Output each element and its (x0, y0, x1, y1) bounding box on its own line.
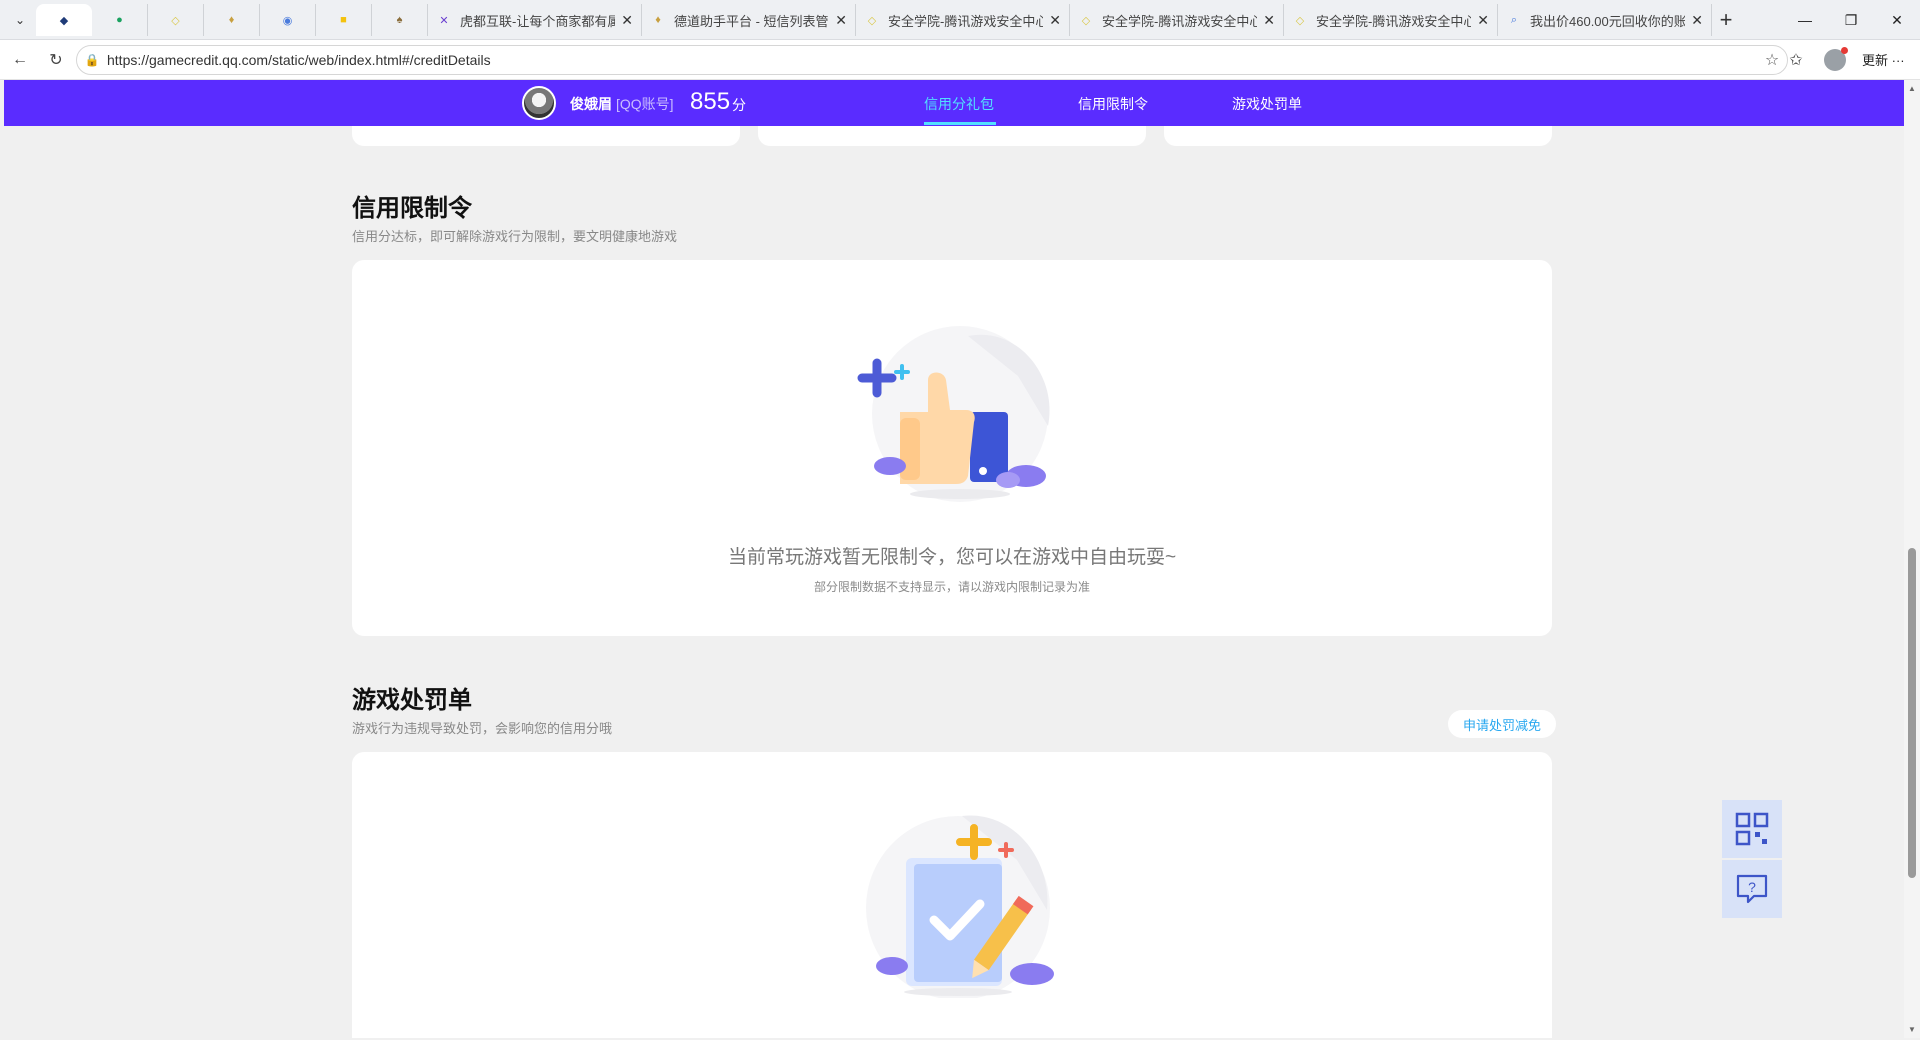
shield-blue-favicon-icon: ◉ (282, 14, 293, 27)
browser-tabbar: ⌄ ◆ ● ◇ ♦ ◉ ■ ♠ ✕ 虎都互联-让每个商家都有属于自 ✕ ♦ 德道助手平台 - 短信列表… (0, 0, 1920, 40)
credit-score-unit: 分 (732, 97, 746, 113)
tab-close-icon[interactable]: ✕ (1691, 12, 1703, 29)
browser-tab[interactable]: ◇ 安全学院-腾讯游戏安全中心-腾讯 ✕ (856, 4, 1070, 36)
tab-close-icon[interactable]: ✕ (1477, 12, 1489, 29)
browser-tab[interactable]: ♦ (204, 4, 260, 36)
nav-credit-gift[interactable]: 信用分礼包 (924, 94, 994, 114)
yellow-favicon-icon: ■ (340, 14, 347, 26)
tab-close-icon[interactable]: ✕ (835, 12, 847, 29)
browser-tab[interactable]: ◆ (36, 4, 92, 36)
browser-tab[interactable]: ⌕ 我出价460.00元回收你的账号 ✕ (1498, 4, 1712, 36)
penalty-section-title: 游戏处罚单 (352, 687, 472, 714)
tab-title: 安全学院-腾讯游戏安全中心-腾讯 (1102, 13, 1258, 29)
butterfly-favicon-icon: ✕ (439, 14, 449, 27)
minimize-icon[interactable]: — (1782, 0, 1828, 40)
browser-tab[interactable]: ◉ (260, 4, 316, 36)
update-menu-button[interactable]: 更新 ··· (1862, 50, 1905, 69)
restriction-empty-note: 部分限制数据不支持显示，请以游戏内限制记录为准 (813, 580, 1090, 594)
credit-score: 855 (690, 88, 731, 115)
page-viewport: 俊娥眉 [QQ账号] 855 分 信用分礼包 信用限制令 游戏处罚单 信用限制令… (4, 80, 1904, 1038)
lock-icon[interactable]: 🔒 (77, 53, 107, 67)
ring-favicon-icon: ● (116, 14, 123, 26)
new-tab-plus-icon[interactable]: + (1714, 7, 1738, 32)
account-type: [QQ账号] (616, 96, 674, 112)
restriction-card: 当前常玩游戏暂无限制令，您可以在游戏中自由玩耍~ 部分限制数据不支持显示，请以游… (352, 260, 1552, 636)
site-header: 俊娥眉 [QQ账号] 855 分 信用分礼包 信用限制令 游戏处罚单 (4, 80, 1904, 126)
penalty-card (352, 752, 1552, 1038)
question-bubble-icon: ? (1736, 874, 1768, 904)
tab-title: 德道助手平台 - 短信列表管理 (674, 13, 830, 29)
qr-code-icon (1735, 812, 1769, 846)
nav-active-indicator (924, 122, 996, 125)
scroll-up-arrow-icon[interactable]: ▲ (1908, 84, 1916, 93)
browser-tab[interactable]: ■ (316, 4, 372, 36)
scrollbar-thumb[interactable] (1908, 548, 1916, 878)
tab-close-icon[interactable]: ✕ (621, 12, 633, 29)
penalty-section-subtitle: 游戏行为违规导致处罚，会影响您的信用分哦 (352, 721, 613, 736)
bookmark-star-icon[interactable]: ☆ (1757, 50, 1787, 70)
search-favicon-icon: ⌕ (1510, 13, 1518, 26)
user-name: 俊娥眉 (570, 96, 612, 112)
browser-toolbar: ← ↻ 🔒 https://gamecredit.qq.com/static/w… (0, 40, 1920, 80)
browser-tab[interactable]: ◇ 安全学院-腾讯游戏安全中心-腾讯 ✕ (1070, 4, 1284, 36)
doc-favicon-icon: ♦ (655, 14, 661, 26)
browser-tab[interactable]: ◇ (148, 4, 204, 36)
svg-text:?: ? (1748, 879, 1756, 895)
tab-title: 虎都互联-让每个商家都有属于自 (460, 13, 616, 29)
tab-list-chevron-icon[interactable]: ⌄ (8, 8, 32, 32)
diamond-favicon-icon: ◇ (867, 14, 877, 27)
nav-game-penalty[interactable]: 游戏处罚单 (1232, 94, 1302, 114)
user-avatar[interactable] (522, 86, 556, 120)
browser-tab[interactable]: ♠ (372, 4, 428, 36)
close-window-icon[interactable]: ✕ (1874, 0, 1920, 40)
back-arrow-icon[interactable]: ← (8, 48, 32, 72)
browser-tab[interactable]: ♦ 德道助手平台 - 短信列表管理 ✕ (642, 4, 856, 36)
shield-favicon-icon: ◆ (59, 14, 69, 27)
tab-close-icon[interactable]: ✕ (1263, 12, 1275, 29)
diamond-favicon-icon: ◇ (1295, 14, 1305, 27)
url-text[interactable]: https://gamecredit.qq.com/static/web/ind… (107, 52, 1757, 68)
browser-tab[interactable]: ✕ 虎都互联-让每个商家都有属于自 ✕ (428, 4, 642, 36)
mascot-favicon-icon: ♦ (228, 14, 235, 26)
tab-close-icon[interactable]: ✕ (1049, 12, 1061, 29)
diamond-favicon-icon: ◇ (1081, 14, 1091, 27)
thumbs-up-illustration (857, 326, 1050, 502)
browser-tab[interactable]: ● (92, 4, 148, 36)
tab-title: 安全学院-腾讯游戏安全中心-腾讯 (1316, 13, 1472, 29)
restriction-empty-message: 当前常玩游戏暂无限制令，您可以在游戏中自由玩耍~ (727, 547, 1177, 568)
reload-icon[interactable]: ↻ (44, 48, 68, 72)
help-feedback-button[interactable]: ? (1722, 860, 1782, 918)
qr-code-button[interactable] (1722, 800, 1782, 858)
page-scrollbar[interactable]: ▲ ▼ (1904, 80, 1920, 1038)
clipboard-pencil-illustration (866, 815, 1054, 998)
restriction-section-subtitle: 信用分达标，即可解除游戏行为限制，要文明健康地游戏 (352, 229, 678, 244)
tab-title: 安全学院-腾讯游戏安全中心-腾讯 (888, 13, 1044, 29)
diamond-favicon-icon: ◇ (171, 14, 180, 27)
browser-tab[interactable]: ◇ 安全学院-腾讯游戏安全中心-腾讯 ✕ (1284, 4, 1498, 36)
restriction-section-title: 信用限制令 (352, 195, 472, 222)
profile-avatar-icon[interactable] (1824, 47, 1848, 71)
mascot2-favicon-icon: ♠ (396, 14, 403, 26)
restore-icon[interactable]: ❐ (1828, 0, 1874, 40)
favorites-icon[interactable]: ✩ (1784, 48, 1808, 72)
apply-penalty-reduction-button[interactable]: 申请处罚减免 (1448, 710, 1556, 738)
nav-credit-restriction[interactable]: 信用限制令 (1078, 94, 1148, 114)
scroll-down-arrow-icon[interactable]: ▼ (1908, 1025, 1916, 1034)
address-bar[interactable]: 🔒 https://gamecredit.qq.com/static/web/i… (76, 45, 1788, 75)
tab-title: 我出价460.00元回收你的账号 (1530, 13, 1686, 29)
